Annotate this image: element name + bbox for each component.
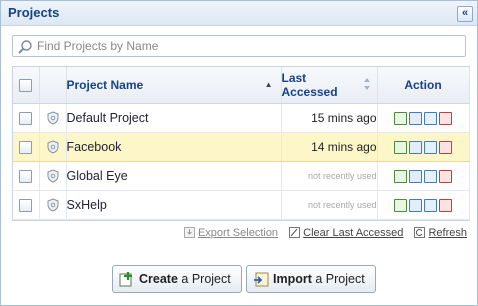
last-accessed: not recently used xyxy=(281,190,378,220)
copy-icon[interactable] xyxy=(409,140,422,154)
row-checkbox[interactable] xyxy=(19,198,33,212)
projects-panel: Projects « Project Name ▲ LastAccessed xyxy=(0,0,478,306)
export-icon[interactable] xyxy=(424,169,437,183)
create-label-rest: a Project xyxy=(177,272,231,286)
column-label-action: Action xyxy=(404,78,442,92)
select-all-header xyxy=(13,67,40,104)
project-name[interactable]: SxHelp xyxy=(66,190,282,220)
table-row[interactable]: Default Project 15 mins ago xyxy=(13,103,470,133)
table-row[interactable]: Global Eye not recently used xyxy=(13,161,470,191)
row-checkbox[interactable] xyxy=(19,140,33,154)
delete-icon[interactable] xyxy=(439,198,452,212)
search-icon xyxy=(18,40,32,54)
import-label-rest: a Project xyxy=(311,272,365,286)
clear-last-accessed-link[interactable]: Clear Last Accessed xyxy=(289,227,403,239)
row-actions xyxy=(377,161,470,191)
shield-icon xyxy=(47,198,58,212)
edit-icon[interactable] xyxy=(394,111,407,125)
column-label-last: Last xyxy=(281,71,307,85)
create-label-bold: Create xyxy=(139,272,178,286)
copy-icon[interactable] xyxy=(409,198,422,212)
row-actions xyxy=(377,132,470,162)
table-row[interactable]: Facebook 14 mins ago xyxy=(13,132,470,162)
export-icon xyxy=(183,227,195,238)
edit-icon[interactable] xyxy=(394,169,407,183)
copy-icon[interactable] xyxy=(409,111,422,125)
column-label-accessed: Accessed xyxy=(281,85,338,99)
row-checkbox[interactable] xyxy=(19,169,33,183)
column-header-last-accessed[interactable]: Last Accessed xyxy=(281,67,378,104)
refresh-link[interactable]: Refresh xyxy=(414,227,467,239)
last-accessed: not recently used xyxy=(281,161,378,191)
delete-icon[interactable] xyxy=(439,111,452,125)
column-label-project-name: Project Name xyxy=(66,78,144,92)
edit-icon[interactable] xyxy=(394,198,407,212)
clear-icon xyxy=(289,227,301,238)
row-actions xyxy=(377,190,470,220)
projects-grid: Project Name ▲ Last Accessed Action Defaul… xyxy=(12,66,470,221)
shield-icon xyxy=(47,169,58,183)
export-selection-label: Export Selection xyxy=(197,227,279,239)
refresh-label: Refresh xyxy=(428,227,467,239)
import-project-button[interactable]: Import a Project xyxy=(246,265,376,293)
refresh-icon xyxy=(414,227,426,238)
create-project-icon xyxy=(119,272,132,287)
grid-links: Export Selection Clear Last Accessed Ref… xyxy=(176,227,467,239)
create-project-button[interactable]: Create a Project xyxy=(112,265,242,293)
column-header-project-name[interactable]: Project Name ▲ xyxy=(66,67,282,104)
import-label-bold: Import xyxy=(273,272,312,286)
collapse-icon[interactable]: « xyxy=(457,6,473,22)
last-accessed: 15 mins ago xyxy=(281,103,378,133)
select-all-checkbox[interactable] xyxy=(19,78,33,92)
clear-last-accessed-label: Clear Last Accessed xyxy=(303,227,404,239)
export-icon[interactable] xyxy=(424,111,437,125)
edit-icon[interactable] xyxy=(394,140,407,154)
delete-icon[interactable] xyxy=(439,140,452,154)
export-icon[interactable] xyxy=(424,140,437,154)
row-checkbox[interactable] xyxy=(19,111,33,125)
panel-title: Projects xyxy=(8,5,60,20)
shield-icon xyxy=(47,140,58,154)
icon-header xyxy=(39,67,67,104)
project-name[interactable]: Facebook xyxy=(66,132,282,162)
panel-header: Projects « xyxy=(1,1,477,26)
copy-icon[interactable] xyxy=(409,169,422,183)
table-row[interactable]: SxHelp not recently used xyxy=(13,190,470,220)
sort-ascending-icon: ▲ xyxy=(264,80,273,89)
shield-icon xyxy=(47,111,58,125)
search-input[interactable] xyxy=(37,38,457,54)
project-name[interactable]: Default Project xyxy=(66,103,282,133)
import-project-icon xyxy=(254,272,269,287)
delete-icon[interactable] xyxy=(439,169,452,183)
last-accessed: 14 mins ago xyxy=(281,132,378,162)
export-icon[interactable] xyxy=(424,198,437,212)
search-box[interactable] xyxy=(12,35,466,57)
column-header-action: Action xyxy=(377,67,470,104)
export-selection-link[interactable]: Export Selection xyxy=(183,227,279,239)
sortable-icon xyxy=(363,78,370,90)
row-actions xyxy=(377,103,470,133)
project-name[interactable]: Global Eye xyxy=(66,161,282,191)
